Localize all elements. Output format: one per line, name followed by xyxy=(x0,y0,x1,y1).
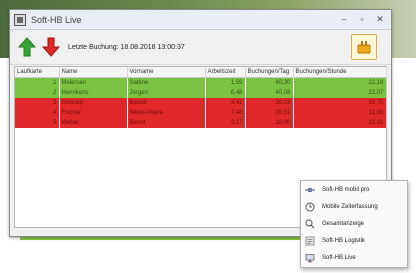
column-header[interactable]: Buchungen/Stunde xyxy=(293,67,387,78)
table-cell: 6,48 xyxy=(205,88,246,98)
close-button[interactable]: ✕ xyxy=(373,13,387,25)
table-cell: 40,30 xyxy=(245,77,294,88)
table-cell: 4 xyxy=(15,108,60,118)
table-cell: 18,00 xyxy=(245,118,294,128)
table-cell: Bernd xyxy=(127,118,206,128)
window-title: Soft-HB Live xyxy=(31,14,82,25)
menu-item-label: Mobile Zeiterfassung xyxy=(322,203,378,210)
search-icon xyxy=(305,219,315,229)
move-down-button[interactable] xyxy=(40,35,62,59)
table-row[interactable]: 4 Fischer Niklas-Maria 7,48 20,51 11,80 xyxy=(15,108,387,118)
table-cell: Niklas-Maria xyxy=(127,108,206,118)
menu-item-label: Soft-HB Logistik xyxy=(322,237,366,244)
maximize-button[interactable]: ▫ xyxy=(355,13,369,25)
menu-item-soft-hb-logistik[interactable]: Soft-HB Logistik xyxy=(301,232,407,249)
table-cell: Henrikens xyxy=(59,88,128,98)
column-header[interactable]: Laufkarte xyxy=(15,67,60,78)
table-cell: 2 xyxy=(15,88,60,98)
toolbar: Letzte Buchung: 18.08.2018 13:00:37 xyxy=(10,30,391,65)
menu-item-soft-hb-live[interactable]: Soft-HB Live xyxy=(301,249,407,266)
column-header[interactable]: Name xyxy=(59,67,128,78)
title-bar[interactable]: Soft-HB Live – ▫ ✕ xyxy=(10,10,391,30)
table-cell: Fischer xyxy=(59,108,128,118)
table-row[interactable]: 5 Weber Bernd 3,17 18,00 10,41 xyxy=(15,118,387,128)
menu-item-soft-hb-mobil-pro[interactable]: Soft-HB mobil pro xyxy=(301,181,407,198)
table-cell: 10,70 xyxy=(293,98,387,108)
table-cell: 22,07 xyxy=(293,88,387,98)
table-cell: 5 xyxy=(15,118,60,128)
table-header-row: Laufkarte Name Vorname Arbeitszeit Buchu… xyxy=(15,67,387,78)
table-cell: Schmidt xyxy=(59,98,128,108)
window-controls: – ▫ ✕ xyxy=(337,13,387,25)
table-cell: 1 xyxy=(15,77,60,88)
move-up-button[interactable] xyxy=(16,35,38,59)
menu-item-label: Soft-HB Live xyxy=(322,254,356,261)
table-cell: 20,51 xyxy=(245,108,294,118)
table-row[interactable]: 1 Meiersen Sabine 1,59 40,30 22,18 xyxy=(15,77,387,88)
context-menu: Soft-HB mobil pro Mobile Zeiterfassung G… xyxy=(300,180,408,268)
column-header[interactable]: Arbeitszeit xyxy=(205,67,246,78)
table-cell: 11,80 xyxy=(293,108,387,118)
table-cell: Weber xyxy=(59,118,128,128)
list-icon xyxy=(305,236,315,246)
table-cell: 22,18 xyxy=(293,77,387,88)
minimize-button[interactable]: – xyxy=(337,13,351,25)
column-header[interactable]: Buchungen/Tag xyxy=(245,67,294,78)
app-icon xyxy=(14,13,26,26)
table-cell: Bertolt xyxy=(127,98,206,108)
table-row[interactable]: 2 Henrikens Jorgen 6,48 40,08 22,07 xyxy=(15,88,387,98)
menu-item-mobile-zeiterfassung[interactable]: Mobile Zeiterfassung xyxy=(301,198,407,215)
table-cell: 3,17 xyxy=(205,118,246,128)
menu-item-gesamtanzeige[interactable]: Gesamtanzeige xyxy=(301,215,407,232)
red-down-arrow-icon xyxy=(42,37,60,57)
satellite-icon xyxy=(305,185,315,195)
last-booking-text: Letzte Buchung: 18.08.2018 13:00:37 xyxy=(68,43,185,51)
monitor-icon xyxy=(305,253,315,263)
menu-item-label: Soft-HB mobil pro xyxy=(322,186,370,193)
table-cell: 30,03 xyxy=(245,98,294,108)
green-up-arrow-icon xyxy=(18,37,36,57)
table-row[interactable]: 3 Schmidt Bertolt 3,41 30,03 10,70 xyxy=(15,98,387,108)
table-cell: 10,41 xyxy=(293,118,387,128)
table-cell: Jorgen xyxy=(127,88,206,98)
plugin-icon xyxy=(357,41,371,54)
plugin-button[interactable] xyxy=(351,34,377,60)
column-header[interactable]: Vorname xyxy=(127,67,206,78)
clock-icon xyxy=(305,202,315,212)
table-cell: 7,48 xyxy=(205,108,246,118)
table-cell: Meiersen xyxy=(59,77,128,88)
table-cell: Sabine xyxy=(127,77,206,88)
table-cell: 40,08 xyxy=(245,88,294,98)
table-cell: 3 xyxy=(15,98,60,108)
table-cell: 1,59 xyxy=(205,77,246,88)
menu-item-label: Gesamtanzeige xyxy=(322,220,365,227)
table-cell: 3,41 xyxy=(205,98,246,108)
